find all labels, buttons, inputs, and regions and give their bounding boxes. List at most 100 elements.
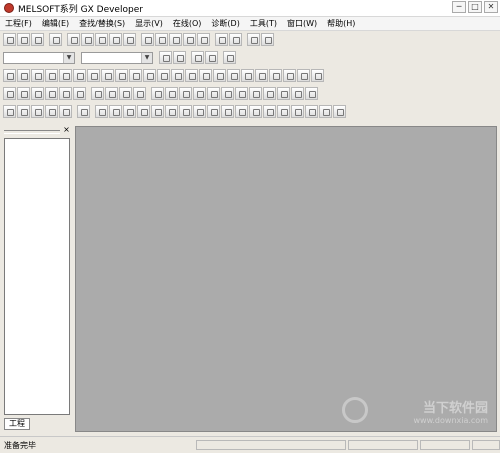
close-icon[interactable]: × [62, 125, 71, 135]
ladder-mode-icon[interactable] [3, 87, 16, 100]
dummy-step-icon[interactable] [45, 105, 58, 118]
sfc-all-monitor-icon[interactable] [305, 105, 318, 118]
parallel-falling-negated-icon[interactable] [241, 69, 254, 82]
application-instruction-icon[interactable] [73, 69, 86, 82]
convert-all-icon[interactable] [165, 87, 178, 100]
workspace-area[interactable]: 当下软件园 www.downxia.com [75, 126, 497, 432]
cut-icon[interactable] [67, 33, 80, 46]
horizontal-line-icon[interactable] [87, 69, 100, 82]
title-bar[interactable]: MELSOFT系列 GX Developer ─ □ ✕ [0, 0, 500, 17]
transition-icon[interactable] [59, 105, 72, 118]
parallel-nc-icon[interactable] [45, 69, 58, 82]
parallel-join-icon[interactable] [137, 105, 150, 118]
menu-edit[interactable]: 编辑(E) [37, 17, 74, 30]
read-mode-icon[interactable] [91, 87, 104, 100]
redo-icon[interactable] [123, 33, 136, 46]
select-join-icon[interactable] [123, 105, 136, 118]
save-icon[interactable] [31, 33, 44, 46]
undo-icon[interactable] [109, 33, 122, 46]
step-symbol-icon[interactable] [3, 105, 16, 118]
sfc-trace-icon[interactable] [319, 105, 332, 118]
falling-pulse-icon[interactable] [157, 69, 170, 82]
statement-display-icon[interactable] [59, 87, 72, 100]
rising-pulse-icon[interactable] [143, 69, 156, 82]
diagnostics-icon[interactable] [261, 33, 274, 46]
step-icon[interactable] [263, 87, 276, 100]
simulator-icon[interactable] [305, 87, 318, 100]
menu-find-replace[interactable]: 查找/替换(S) [74, 17, 130, 30]
buffer-memory-icon[interactable] [249, 87, 262, 100]
find-instruction-icon[interactable] [169, 33, 182, 46]
sfc-hold-icon[interactable] [249, 105, 262, 118]
parallel-falling-icon[interactable] [185, 69, 198, 82]
vertical-line-icon[interactable] [101, 69, 114, 82]
vertical-link-icon[interactable] [165, 105, 178, 118]
delete-line-icon[interactable] [115, 69, 128, 82]
project-tree[interactable] [4, 138, 70, 415]
rising-negated-icon[interactable] [199, 69, 212, 82]
partial-run-icon[interactable] [291, 87, 304, 100]
find-icon[interactable] [141, 33, 154, 46]
sfc-stop-icon[interactable] [263, 105, 276, 118]
monitor-mode-icon[interactable] [119, 87, 132, 100]
program-select[interactable]: ▼ [3, 51, 75, 64]
cross-ref-icon[interactable] [183, 33, 196, 46]
delete-vertical-line-icon[interactable] [129, 69, 142, 82]
print-icon[interactable] [49, 33, 62, 46]
menu-window[interactable]: 窗口(W) [282, 17, 322, 30]
sfc-attribute-icon[interactable] [277, 105, 290, 118]
parallel-rising-icon[interactable] [171, 69, 184, 82]
sfc-zoom-icon[interactable] [207, 105, 220, 118]
alias-display-icon[interactable] [45, 87, 58, 100]
sfc-comment-icon[interactable] [221, 105, 234, 118]
open-folder-icon[interactable] [17, 33, 30, 46]
operation-result-falling-icon[interactable] [269, 69, 282, 82]
project-data-icon[interactable] [159, 51, 172, 64]
timer-icon[interactable] [207, 87, 220, 100]
comment-select[interactable]: ▼ [81, 51, 153, 64]
jump-icon[interactable] [151, 105, 164, 118]
plc-write-icon[interactable] [229, 33, 242, 46]
menu-help[interactable]: 帮助(H) [322, 17, 360, 30]
menu-view[interactable]: 显示(V) [130, 17, 168, 30]
convert-icon[interactable] [151, 87, 164, 100]
find-device-icon[interactable] [155, 33, 168, 46]
parameter-icon[interactable] [223, 51, 236, 64]
monitor-write-mode-icon[interactable] [133, 87, 146, 100]
skip-icon[interactable] [277, 87, 290, 100]
list-mode-icon[interactable] [17, 87, 30, 100]
new-file-icon[interactable] [3, 33, 16, 46]
maximize-button[interactable]: □ [468, 1, 482, 13]
operation-result-rising-icon[interactable] [255, 69, 268, 82]
contact-nc-icon[interactable] [17, 69, 30, 82]
sfc-reset-icon[interactable] [235, 105, 248, 118]
minimize-button[interactable]: ─ [452, 1, 466, 13]
sfc-monitor-icon[interactable] [291, 105, 304, 118]
zoom-icon[interactable] [179, 87, 192, 100]
copy-icon[interactable] [81, 33, 94, 46]
transition-number-icon[interactable] [193, 105, 206, 118]
close-button[interactable]: ✕ [484, 1, 498, 13]
counter-icon[interactable] [221, 87, 234, 100]
comment-display-icon[interactable] [31, 87, 44, 100]
write-mode-icon[interactable] [105, 87, 118, 100]
edit-tool-icon[interactable] [197, 33, 210, 46]
filter-icon[interactable] [191, 51, 204, 64]
plc-read-icon[interactable] [215, 33, 228, 46]
note-display-icon[interactable] [73, 87, 86, 100]
block-start-icon[interactable] [17, 105, 30, 118]
parallel-rising-negated-icon[interactable] [227, 69, 240, 82]
panel-grip[interactable] [4, 130, 60, 134]
parallel-branch-icon[interactable] [109, 105, 122, 118]
invert-icon[interactable] [283, 69, 296, 82]
device-batch-icon[interactable] [193, 87, 206, 100]
entry-monitor-icon[interactable] [235, 87, 248, 100]
paste-icon[interactable] [95, 33, 108, 46]
coil-icon[interactable] [59, 69, 72, 82]
parallel-no-icon[interactable] [31, 69, 44, 82]
line-delete-icon[interactable] [311, 69, 324, 82]
device-list-icon[interactable] [205, 51, 218, 64]
line-draw-icon[interactable] [297, 69, 310, 82]
end-step-icon[interactable] [31, 105, 44, 118]
menu-project[interactable]: 工程(F) [0, 17, 37, 30]
